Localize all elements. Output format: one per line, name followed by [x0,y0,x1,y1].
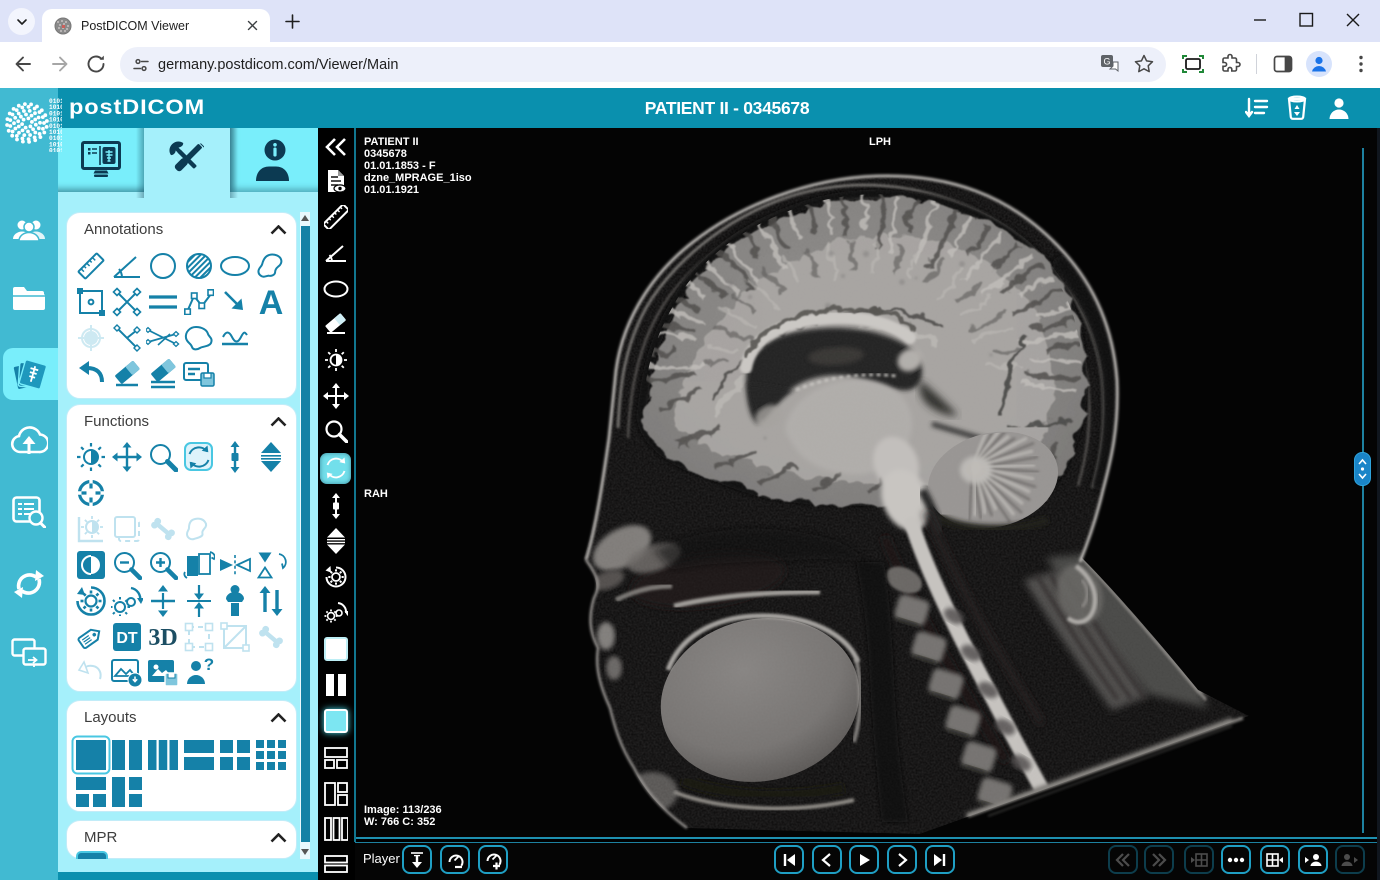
svg-text:DT: DT [116,630,138,647]
svg-text:0101: 0101 [49,148,62,152]
svg-text:3D: 3D [148,625,177,650]
svg-text:A: A [259,288,284,316]
svg-text:G: G [1103,57,1110,67]
svg-text:?: ? [204,658,214,674]
